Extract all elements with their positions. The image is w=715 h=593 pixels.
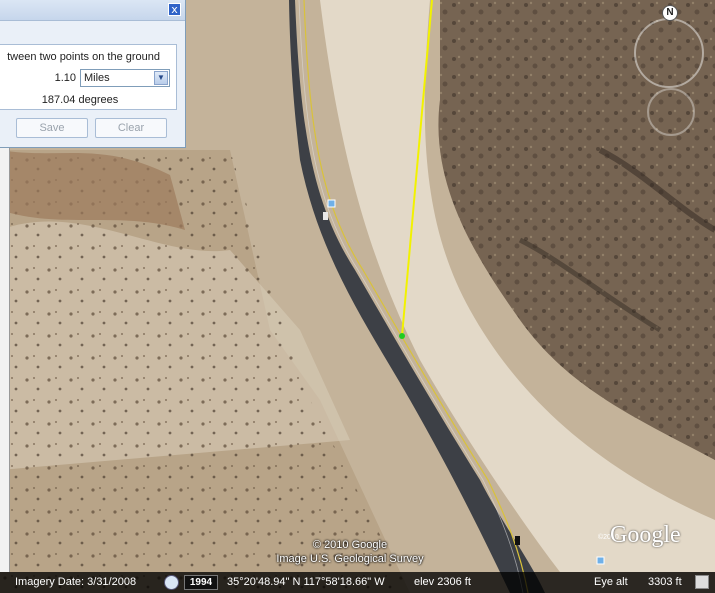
eye-alt-label: Eye alt	[594, 576, 628, 588]
status-bar: Imagery Date: 3/31/2008 1994 35°20'48.94…	[0, 572, 715, 593]
historical-imagery-icon[interactable]	[164, 575, 179, 590]
measurement-description: tween two points on the ground	[7, 51, 160, 63]
navigation-look-ring[interactable]	[634, 18, 704, 88]
ruler-dialog: x tween two points on the ground 1.10 Mi…	[0, 0, 186, 148]
distance-value: 1.10	[54, 72, 76, 84]
clear-button[interactable]: Clear	[95, 118, 167, 138]
year-badge[interactable]: 1994	[184, 575, 218, 590]
unit-dropdown[interactable]: Miles ▼	[80, 69, 170, 87]
close-icon[interactable]: x	[168, 3, 181, 16]
copyright-imagery: Image U.S. Geological Survey	[276, 553, 424, 565]
dialog-titlebar[interactable]: x	[0, 0, 185, 21]
google-logo: Google	[610, 522, 681, 548]
imagery-date: Imagery Date: 3/31/2008	[15, 576, 137, 588]
chevron-down-icon[interactable]: ▼	[154, 71, 168, 85]
sidebar-edge[interactable]	[0, 148, 10, 572]
copyright-google: © 2010 Google	[312, 539, 388, 551]
elevation-readout: elev 2306 ft	[414, 576, 471, 588]
measurement-box: tween two points on the ground 1.10 Mile…	[0, 44, 177, 110]
coordinates-readout: 35°20'48.94" N 117°58'18.66" W	[227, 576, 385, 588]
streaming-indicator-icon	[695, 575, 709, 589]
save-button[interactable]: Save	[16, 118, 88, 138]
navigation-move-ring[interactable]	[647, 88, 695, 136]
north-arrow-icon[interactable]: N	[662, 5, 678, 21]
heading-value: 187.04 degrees	[41, 94, 119, 106]
measure-start-point[interactable]	[399, 333, 405, 339]
unit-selected-label: Miles	[84, 72, 110, 84]
eye-alt-value: 3303 ft	[648, 576, 682, 588]
